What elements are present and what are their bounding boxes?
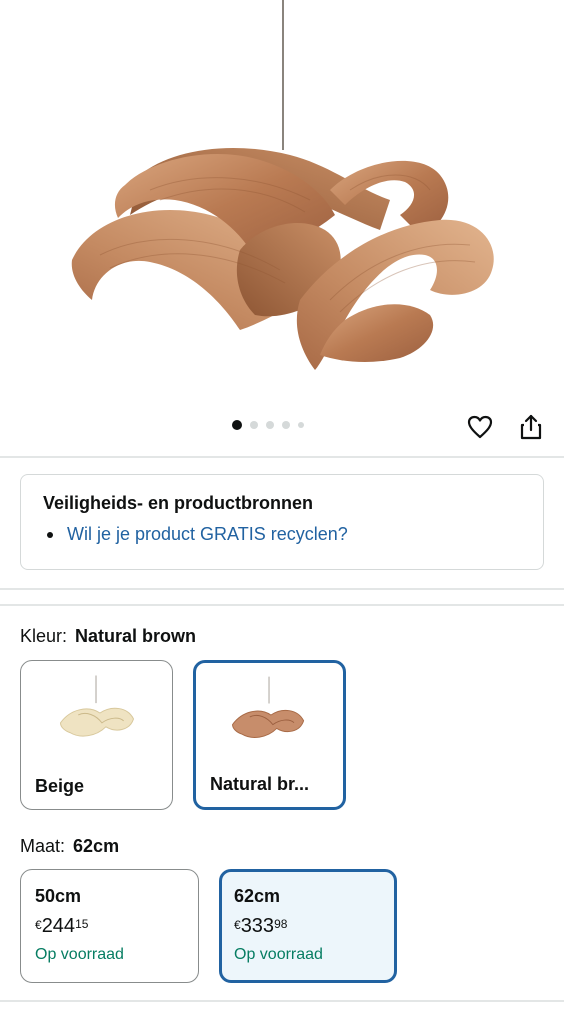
favorite-button[interactable]: [465, 412, 495, 442]
color-option-label: Natural br...: [210, 774, 310, 794]
price-whole: 244: [41, 915, 76, 937]
divider: [0, 588, 564, 590]
color-label-row: Kleur: Natural brown: [20, 626, 196, 647]
gallery-dot-2[interactable]: [250, 421, 258, 429]
price-currency: €: [35, 918, 42, 932]
recycle-link[interactable]: Wil je je product GRATIS recyclen?: [67, 524, 348, 545]
price-fraction: 15: [75, 917, 89, 931]
color-option-natural-brown[interactable]: Natural br...: [193, 660, 346, 810]
bullet-icon: [47, 531, 53, 538]
size-label: Maat:: [20, 836, 66, 856]
gallery-dot-3[interactable]: [266, 421, 274, 429]
stock-status: Op voorraad: [35, 946, 124, 963]
safety-resources-card: Veiligheids- en productbronnen Wil je je…: [20, 474, 544, 570]
product-image[interactable]: [0, 0, 564, 400]
size-option-price: €244 15: [35, 915, 184, 938]
heart-icon: [467, 415, 493, 439]
divider: [0, 456, 564, 458]
share-button[interactable]: [516, 412, 546, 442]
divider: [0, 1000, 564, 1002]
size-option-label: 50cm: [35, 886, 82, 906]
size-option-50cm[interactable]: 50cm €244 15 Op voorraad: [20, 869, 199, 983]
size-label-row: Maat: 62cm: [20, 836, 119, 857]
price-currency: €: [234, 918, 241, 932]
beige-lamp-thumbnail: [59, 675, 135, 737]
safety-list-item: Wil je je product GRATIS recyclen?: [43, 524, 521, 545]
price-whole: 333: [240, 915, 275, 937]
color-option-beige[interactable]: Beige: [20, 660, 173, 810]
gallery-pagination[interactable]: [232, 420, 304, 430]
pendant-lamp-illustration: [71, 0, 494, 370]
color-option-label: Beige: [35, 776, 85, 796]
gallery-dot-1[interactable]: [232, 420, 242, 430]
size-option-label: 62cm: [234, 886, 281, 906]
price-fraction: 98: [274, 917, 288, 931]
stock-status: Op voorraad: [234, 946, 323, 963]
color-selected-value: Natural brown: [75, 626, 197, 646]
size-option-62cm[interactable]: 62cm €333 98 Op voorraad: [219, 869, 397, 983]
gallery-dot-4[interactable]: [282, 421, 290, 429]
size-option-price: €333 98: [234, 915, 382, 938]
color-label: Kleur:: [20, 626, 68, 646]
share-icon: [520, 414, 542, 440]
gallery-dot-5[interactable]: [298, 422, 304, 428]
brown-lamp-thumbnail: [232, 676, 305, 738]
divider: [0, 604, 564, 606]
safety-title: Veiligheids- en productbronnen: [43, 493, 314, 513]
size-selected-value: 62cm: [73, 836, 120, 856]
